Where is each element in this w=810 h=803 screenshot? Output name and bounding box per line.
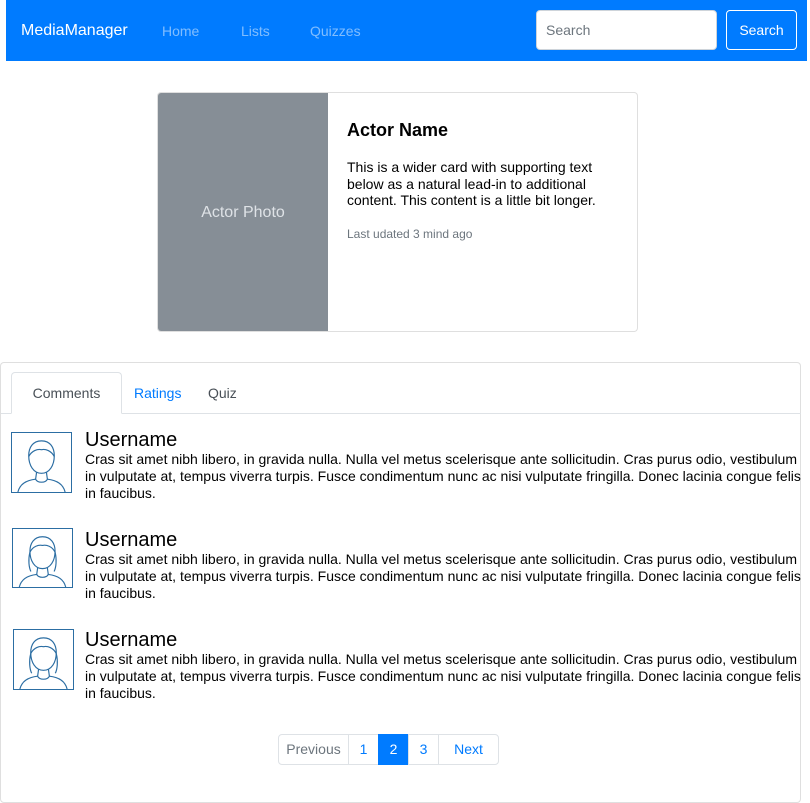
last-updated-text: Last udated 3 mind ago (347, 227, 473, 241)
comment-text: Cras sit amet nibh libero, in gravida nu… (85, 651, 801, 701)
comment-username: Username (85, 629, 178, 651)
nav-link-lists[interactable]: Lists (241, 23, 270, 39)
user-avatar-icon (13, 629, 74, 690)
actor-photo-label: Actor Photo (201, 204, 285, 221)
actor-photo: Actor Photo (158, 93, 328, 331)
pagination-next[interactable]: Next (438, 734, 499, 765)
tab-quiz[interactable]: Quiz (208, 385, 237, 401)
pagination: Previous 1 2 3 Next (278, 734, 499, 765)
user-avatar-icon (12, 528, 73, 588)
nav-link-quizzes[interactable]: Quizzes (310, 23, 361, 39)
actor-card: Actor Photo Actor Name This is a wider c… (157, 92, 638, 332)
nav-link-home[interactable]: Home (162, 23, 199, 39)
search-input[interactable] (536, 10, 717, 50)
tab-comments[interactable]: Comments (11, 372, 122, 414)
pagination-page-1[interactable]: 1 (348, 734, 379, 765)
actor-description: This is a wider card with supporting tex… (347, 159, 596, 208)
comment-username: Username (85, 529, 178, 551)
pagination-page-3[interactable]: 3 (408, 734, 439, 765)
comment-username: Username (85, 429, 178, 451)
pagination-previous[interactable]: Previous (278, 734, 349, 765)
pagination-page-2[interactable]: 2 (378, 734, 409, 765)
brand-link[interactable]: MediaManager (21, 21, 128, 40)
actor-name: Actor Name (347, 120, 449, 140)
comment-text: Cras sit amet nibh libero, in gravida nu… (85, 551, 801, 601)
user-avatar-icon (11, 432, 72, 493)
comment-text: Cras sit amet nibh libero, in gravida nu… (85, 451, 801, 501)
tab-ratings[interactable]: Ratings (134, 385, 181, 401)
search-button[interactable]: Search (726, 10, 797, 50)
top-navbar: MediaManager Home Lists Quizzes Search (6, 0, 807, 61)
